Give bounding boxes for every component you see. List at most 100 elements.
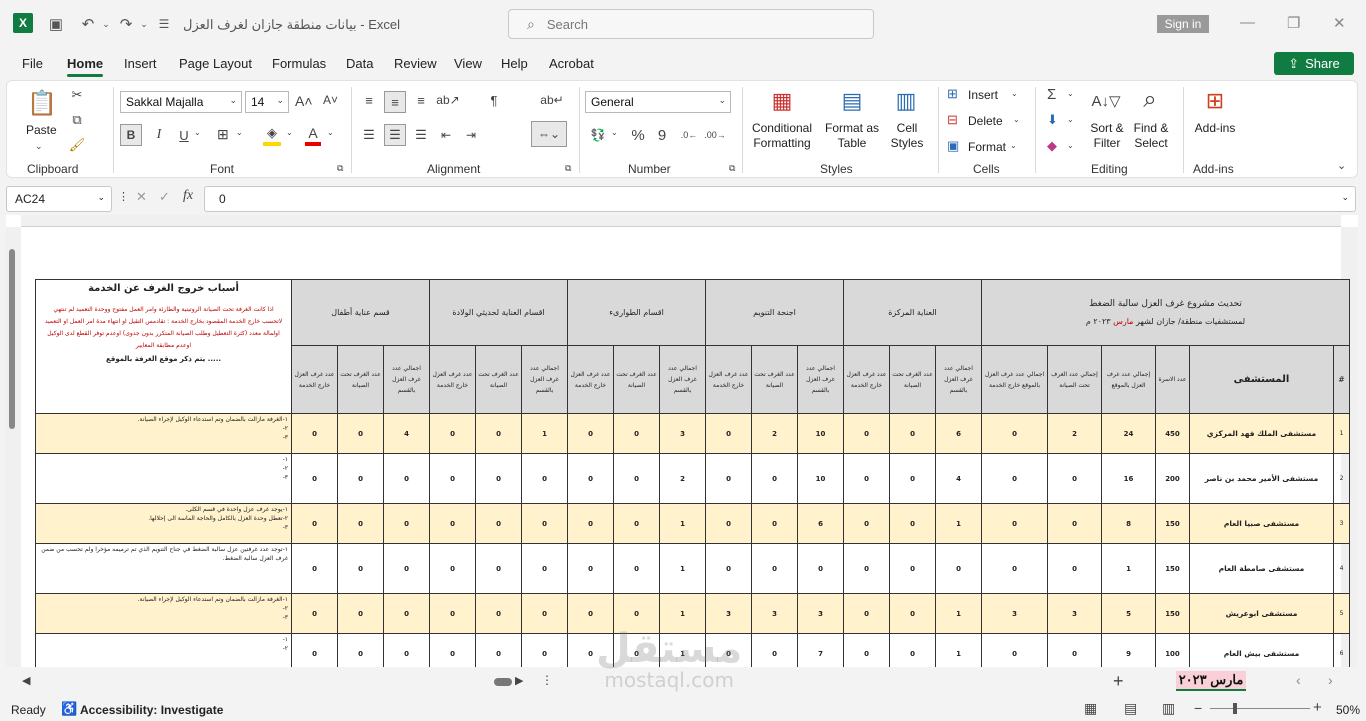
format-cells-button[interactable]: Format [968,140,1006,155]
maint-cell[interactable]: 2 [1047,413,1102,454]
tab-data[interactable]: Data [346,56,373,71]
undo-dropdown-icon[interactable]: ⌄ [96,14,116,34]
notes-cell[interactable]: ١-الغرفة مازالت بالضمان وتم استدعاء الوك… [35,593,292,634]
dept-value-cell[interactable]: 3 [751,593,798,634]
save-icon[interactable]: ▣ [46,14,66,34]
dept-value-cell[interactable]: 0 [567,503,614,544]
dept-value-cell[interactable]: 0 [383,593,430,634]
dept-value-cell[interactable]: 1 [935,503,982,544]
er-out-header[interactable]: عدد غرف العزل خارج الخدمة [567,345,614,414]
dept-value-cell[interactable]: 0 [889,413,936,454]
minimize-icon[interactable]: — [1240,14,1255,31]
font-size-select[interactable]: 14 ⌄ [245,91,289,113]
share-button[interactable]: ⇪ Share [1274,52,1354,75]
wards-out-header[interactable]: عدد غرف العزل خارج الخدمة [705,345,752,414]
reasons-cell[interactable]: أسباب خروج الغرف عن الخدمة اذا كانت الغر… [35,279,292,414]
dept-value-cell[interactable]: 0 [291,413,338,454]
add-ins-button[interactable]: Add-ins [1193,121,1237,136]
dept-value-cell[interactable]: 0 [889,503,936,544]
dept-value-cell[interactable]: 4 [383,413,430,454]
er-total-header[interactable]: اجمالي عدد غرف العزل بالقسم [659,345,706,414]
underline-dropdown-icon[interactable]: ⌄ [194,128,201,137]
accessibility-status[interactable]: Accessibility: Investigate [80,703,223,717]
add-ins-icon[interactable]: ⊞ [1199,87,1231,115]
dept-value-cell[interactable]: 0 [889,543,936,594]
dept-value-cell[interactable]: 3 [659,413,706,454]
insert-cells-icon[interactable]: ⊞ [947,86,958,102]
dept-value-cell[interactable]: 0 [613,453,660,504]
pediatric-maint-header[interactable]: عدد الغرف تحت الصيانة [337,345,384,414]
dept-value-cell[interactable]: 0 [383,503,430,544]
index-header[interactable]: # [1333,345,1350,414]
format-as-table-icon[interactable]: ▤ [837,87,867,115]
dept-value-cell[interactable]: 0 [751,503,798,544]
undo-icon[interactable]: ↶ [78,14,98,34]
fill-icon[interactable]: ⬇ [1047,112,1058,128]
maint-cell[interactable]: 0 [1047,453,1102,504]
dept-value-cell[interactable]: 0 [475,543,522,594]
dept-value-cell[interactable]: 0 [705,503,752,544]
wards-maint-header[interactable]: عدد الغرف تحت الصيانة [751,345,798,414]
new-sheet-icon[interactable]: + [1113,671,1124,692]
align-middle-icon[interactable]: ≡ [384,91,406,113]
decrease-indent-icon[interactable]: ⇤ [437,124,455,146]
copy-icon[interactable]: ⧉ [69,112,85,128]
dept-value-cell[interactable]: 6 [935,413,982,454]
total-header[interactable]: إجمالي عدد غرف العزل بالموقع [1101,345,1156,414]
beds-cell[interactable]: 450 [1155,413,1190,454]
redo-icon[interactable]: ↷ [116,14,136,34]
row-index-cell[interactable]: 4 [1333,543,1350,594]
dept-value-cell[interactable]: 10 [797,453,844,504]
prev-sheet-icon[interactable]: ‹ [1296,672,1301,688]
tab-help[interactable]: Help [501,56,528,71]
cancel-icon[interactable]: ✕ [136,189,147,205]
beds-cell[interactable]: 100 [1155,633,1190,667]
increase-decimal-icon[interactable]: .0← [679,125,699,145]
nicu-total-header[interactable]: اجمالي عدد غرف العزل بالقسم [521,345,568,414]
beds-cell[interactable]: 200 [1155,453,1190,504]
conditional-formatting-icon[interactable]: ▦ [767,87,797,115]
notes-cell[interactable]: ١-توجد عدد غرفتين عزل سالبة الضغط في جنا… [35,543,292,594]
accounting-dropdown-icon[interactable]: ⌄ [611,128,618,137]
horizontal-scroll-thumb[interactable] [494,678,512,686]
dept-value-cell[interactable]: 0 [291,453,338,504]
dept-value-cell[interactable]: 0 [843,503,890,544]
dept-value-cell[interactable]: 0 [613,503,660,544]
dept-value-cell[interactable]: 1 [935,593,982,634]
dept-value-cell[interactable]: 0 [797,543,844,594]
number-format-select[interactable]: General ⌄ [585,91,731,113]
dept-header-er[interactable]: اقسام الطوارىء [567,279,706,346]
collapse-ribbon-icon[interactable]: ⌄ [1337,159,1346,172]
dept-value-cell[interactable]: 0 [429,593,476,634]
dept-value-cell[interactable]: 0 [613,413,660,454]
accounting-format-icon[interactable]: 💱 [587,125,609,145]
tab-acrobat[interactable]: Acrobat [549,56,594,71]
dept-value-cell[interactable]: 0 [705,413,752,454]
dept-value-cell[interactable]: 1 [659,543,706,594]
dept-value-cell[interactable]: 0 [843,543,890,594]
fill-dropdown-icon[interactable]: ⌄ [1067,115,1074,124]
format-as-table-button[interactable]: Format as Table [822,121,882,151]
maint-cell[interactable]: 0 [1047,543,1102,594]
dept-value-cell[interactable]: 6 [797,503,844,544]
out-cell[interactable]: 0 [981,413,1048,454]
dept-value-cell[interactable]: 0 [751,633,798,667]
dept-value-cell[interactable]: 0 [843,633,890,667]
hospital-name-cell[interactable]: مستشفى الملك فهد المركزي [1189,413,1334,454]
fill-dropdown-icon[interactable]: ⌄ [286,128,293,137]
notes-cell[interactable]: ١-يوجد غرف عزل واحدة في قسم الكلى. ٢-تعطل… [35,503,292,544]
maint-cell[interactable]: 0 [1047,633,1102,667]
decrease-decimal-icon[interactable]: .00→ [704,125,726,145]
find-select-button[interactable]: Find & Select [1129,121,1173,151]
tab-insert[interactable]: Insert [124,56,157,71]
font-dialog-icon[interactable]: ⧉ [337,163,343,174]
notes-cell[interactable]: ١-الغرفة مازالت بالضمان وتم استدعاء الوك… [35,413,292,454]
dept-value-cell[interactable]: 0 [751,453,798,504]
dept-value-cell[interactable]: 3 [797,593,844,634]
row-index-cell[interactable]: 2 [1333,453,1350,504]
beds-cell[interactable]: 150 [1155,503,1190,544]
dept-value-cell[interactable]: 0 [843,593,890,634]
dept-value-cell[interactable]: 0 [889,633,936,667]
dept-value-cell[interactable]: 0 [337,503,384,544]
number-dialog-icon[interactable]: ⧉ [729,163,735,174]
